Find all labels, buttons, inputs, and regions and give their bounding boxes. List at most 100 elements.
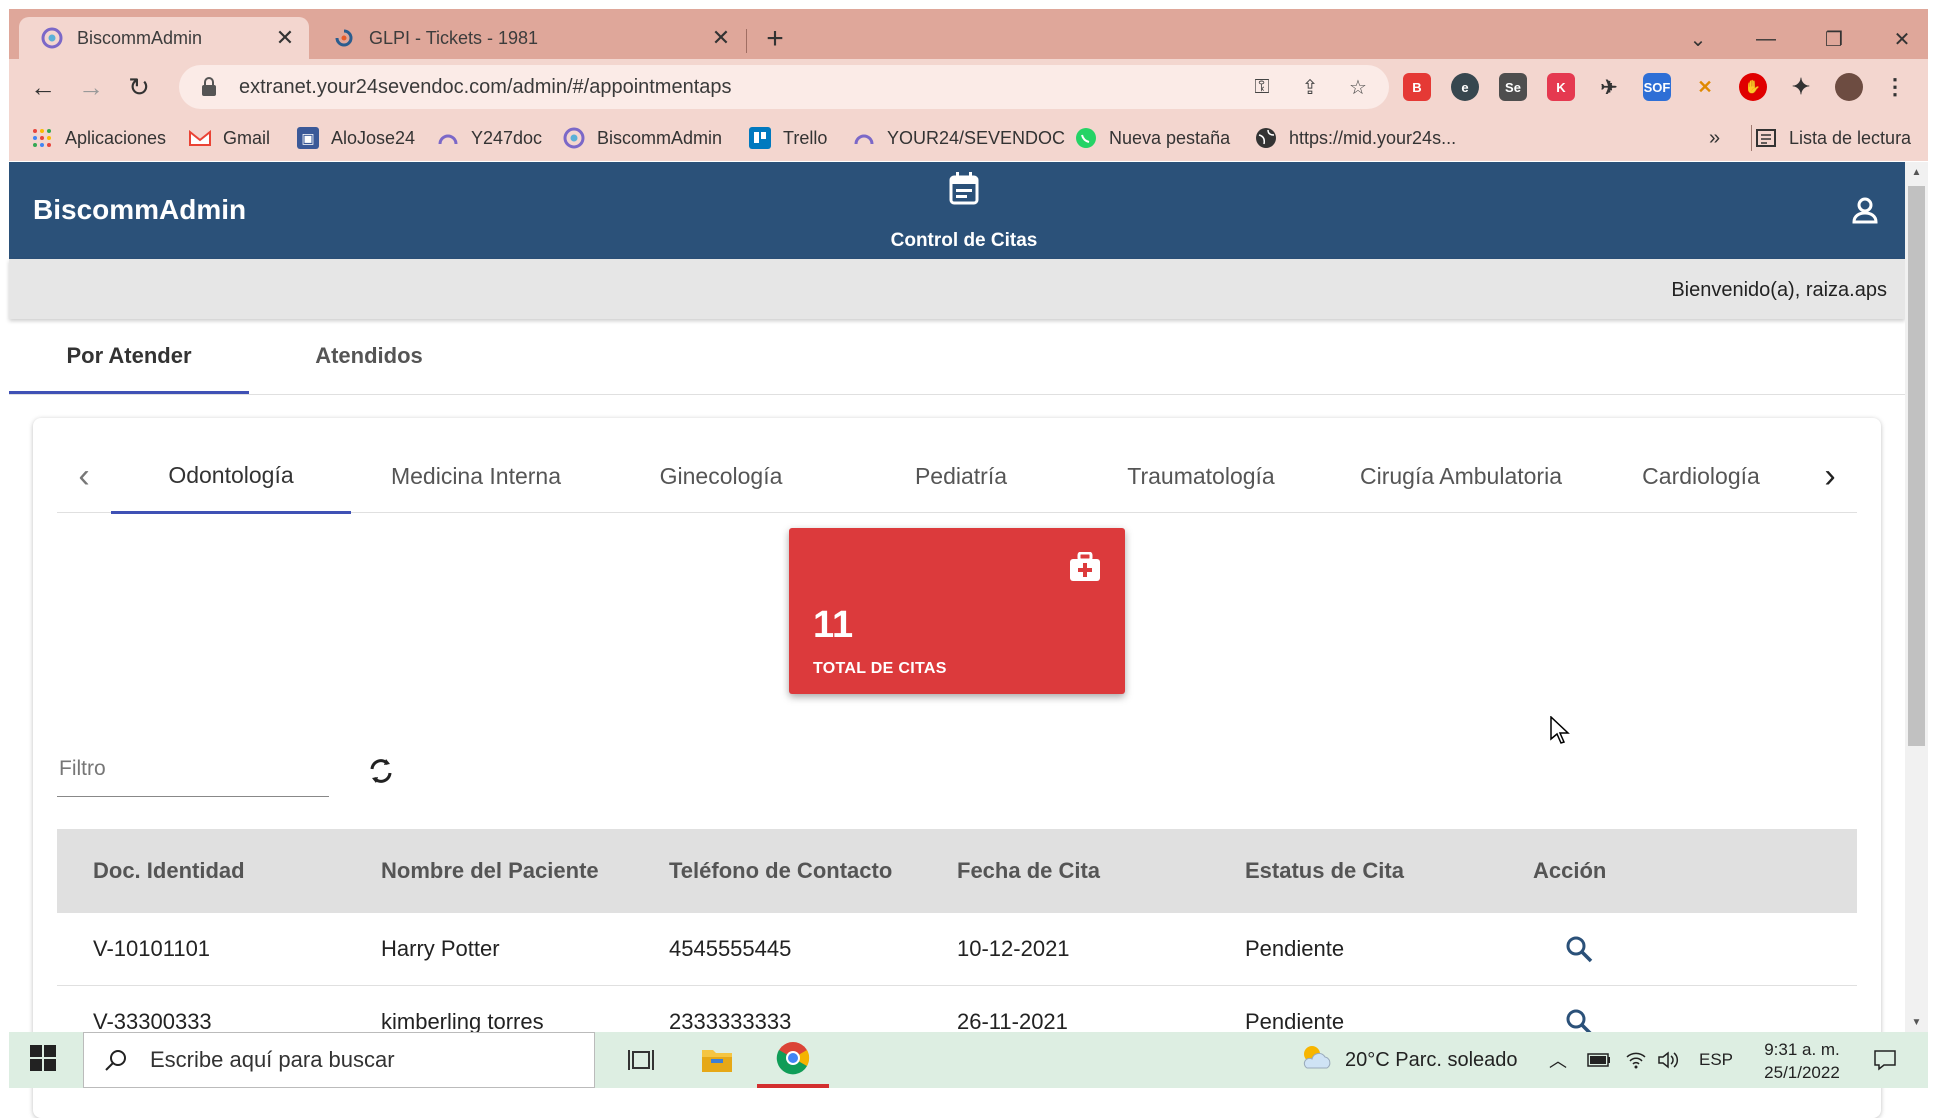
scroll-up-icon[interactable]: ▲ xyxy=(1905,162,1928,182)
appointments-table: Doc. Identidad Nombre del Paciente Teléf… xyxy=(57,829,1857,1059)
reading-list-button[interactable]: Lista de lectura xyxy=(1755,125,1911,151)
bookmark-mid-your24s[interactable]: https://mid.your24s... xyxy=(1255,125,1456,151)
chrome-taskbar-icon[interactable] xyxy=(757,1032,829,1088)
column-accion: Acción xyxy=(1533,858,1607,883)
language-indicator[interactable]: ESP xyxy=(1699,1032,1733,1088)
tab-ginecologia[interactable]: Ginecología xyxy=(601,440,841,512)
bookmark-nueva-pestana[interactable]: Nueva pestaña xyxy=(1075,125,1230,151)
task-view-icon[interactable] xyxy=(605,1032,677,1088)
bookmark-aplicaciones[interactable]: Aplicaciones xyxy=(31,125,166,151)
column-fecha-cita: Fecha de Cita xyxy=(957,858,1101,883)
bookmark-y247doc[interactable]: Y247doc xyxy=(437,125,542,151)
bookmark-label: BiscommAdmin xyxy=(597,127,723,148)
close-tab-icon[interactable]: ✕ xyxy=(271,24,299,52)
share-icon[interactable]: ⇪ xyxy=(1293,70,1327,104)
lock-icon xyxy=(201,77,221,97)
tab-pediatria[interactable]: Pediatría xyxy=(841,440,1081,512)
search-icon[interactable] xyxy=(1565,913,1593,985)
forward-arrow-icon[interactable]: → xyxy=(73,69,109,105)
address-bar[interactable]: extranet.your24sevendoc.com/admin/#/appo… xyxy=(179,65,1389,109)
chevron-left-icon[interactable]: ‹ xyxy=(57,440,111,512)
show-hidden-icons-chevron-icon[interactable]: ︿ xyxy=(1549,1032,1567,1088)
filter-input[interactable] xyxy=(57,748,333,790)
bookmark-biscommadmin[interactable]: BiscommAdmin xyxy=(563,125,722,151)
tab-por-atender[interactable]: Por Atender xyxy=(9,320,249,394)
extension-arrow-icon[interactable]: ✈ xyxy=(1595,73,1623,101)
tab-search-chevron-icon[interactable]: ⌄ xyxy=(1669,19,1727,59)
extension-red-icon[interactable]: B xyxy=(1403,73,1431,101)
cell-telefono: 4545555445 xyxy=(669,936,792,961)
total-appointments-value: 11 xyxy=(813,604,854,646)
tab-cardiologia[interactable]: Cardiología xyxy=(1601,440,1801,512)
medical-kit-icon xyxy=(1069,551,1101,587)
wifi-icon[interactable] xyxy=(1625,1032,1647,1088)
new-tab-icon[interactable]: + xyxy=(757,21,793,57)
chevron-right-icon[interactable]: › xyxy=(1803,440,1857,512)
notifications-icon[interactable] xyxy=(1873,1032,1897,1088)
selenium-extension-icon[interactable]: Se xyxy=(1499,73,1527,101)
system-clock[interactable]: 9:31 a. m. 25/1/2022 xyxy=(1747,1038,1857,1084)
bookmark-separator xyxy=(1751,125,1752,151)
bookmark-alojose24[interactable]: ▣ AloJose24 xyxy=(297,125,415,151)
taskbar-search-input[interactable] xyxy=(148,1046,552,1074)
close-window-icon[interactable]: ✕ xyxy=(1873,19,1931,59)
specialty-tabs: ‹ Odontología Medicina Interna Ginecolog… xyxy=(57,440,1857,514)
key-icon[interactable]: ⚿ xyxy=(1245,70,1279,104)
extension-orange-icon[interactable]: ✕ xyxy=(1691,73,1719,101)
table-header: Doc. Identidad Nombre del Paciente Teléf… xyxy=(57,829,1857,913)
bookmark-label: Y247doc xyxy=(471,127,543,148)
battery-icon[interactable] xyxy=(1587,1032,1611,1088)
app-brand[interactable]: BiscommAdmin xyxy=(33,194,246,226)
browser-tab-biscommadmin[interactable]: BiscommAdmin ✕ xyxy=(19,17,309,59)
adblock-extension-icon[interactable]: ✋ xyxy=(1739,73,1767,101)
close-tab-icon[interactable]: ✕ xyxy=(707,24,735,52)
volume-icon[interactable] xyxy=(1657,1032,1679,1088)
your24-icon xyxy=(853,127,875,149)
y247doc-icon xyxy=(437,127,459,149)
profile-avatar[interactable] xyxy=(1835,73,1863,101)
minimize-icon[interactable]: — xyxy=(1737,19,1795,59)
extension-pink-icon[interactable]: K xyxy=(1547,73,1575,101)
welcome-bar: Bienvenido(a), raiza.aps xyxy=(9,259,1905,319)
clock-date: 25/1/2022 xyxy=(1764,1063,1840,1082)
windows-taskbar: 20°C Parc. soleado ︿ ESP 9:31 a. m. 25/1… xyxy=(9,1032,1928,1088)
reload-icon[interactable]: ↻ xyxy=(121,69,157,105)
url-text[interactable]: extranet.your24sevendoc.com/admin/#/appo… xyxy=(239,76,1245,99)
tab-traumatologia[interactable]: Traumatología xyxy=(1081,440,1321,512)
taskbar-search[interactable] xyxy=(83,1032,595,1088)
weather-widget[interactable]: 20°C Parc. soleado xyxy=(1299,1032,1518,1088)
restore-icon[interactable]: ❐ xyxy=(1805,19,1863,59)
reading-list-label: Lista de lectura xyxy=(1789,127,1912,148)
tab-title: GLPI - Tickets - 1981 xyxy=(369,27,539,48)
main-tabs: Por Atender Atendidos xyxy=(9,320,1905,395)
bookmarks-bar: Aplicaciones Gmail ▣ AloJose24 Y247doc B… xyxy=(9,115,1928,161)
extensions-puzzle-icon[interactable]: ✦ xyxy=(1787,73,1815,101)
biscomm-icon xyxy=(563,127,585,149)
bookmark-trello[interactable]: Trello xyxy=(749,125,827,151)
file-explorer-icon[interactable] xyxy=(681,1032,753,1088)
tab-odontologia[interactable]: Odontología xyxy=(111,440,351,514)
bookmark-your24sevendoc[interactable]: YOUR24/SEVENDOC xyxy=(853,125,1065,151)
cell-doc-identidad: V-10101101 xyxy=(93,936,211,961)
bookmarks-overflow-chevron-icon[interactable]: » xyxy=(1709,125,1720,151)
more-menu-icon[interactable]: ⋮ xyxy=(1881,73,1909,101)
extension-e-icon[interactable]: e xyxy=(1451,73,1479,101)
windows-start-icon[interactable] xyxy=(29,1044,61,1076)
tab-cirugia-ambulatoria[interactable]: Cirugía Ambulatoria xyxy=(1321,440,1601,512)
refresh-icon[interactable] xyxy=(364,754,398,788)
scrollbar-thumb[interactable] xyxy=(1908,186,1925,746)
bookmark-gmail[interactable]: Gmail xyxy=(189,125,270,151)
scroll-down-icon[interactable]: ▼ xyxy=(1905,1012,1928,1032)
tab-atendidos[interactable]: Atendidos xyxy=(249,320,489,392)
browser-tab-glpi[interactable]: GLPI - Tickets - 1981 ✕ xyxy=(311,17,745,59)
tab-medicina-interna[interactable]: Medicina Interna xyxy=(351,440,601,512)
column-doc-identidad: Doc. Identidad xyxy=(93,858,245,883)
globe-icon xyxy=(1255,127,1277,149)
column-telefono: Teléfono de Contacto xyxy=(669,858,893,883)
sof-extension-icon[interactable]: SOF xyxy=(1643,73,1671,101)
back-arrow-icon[interactable]: ← xyxy=(25,69,61,105)
page-scrollbar[interactable]: ▲ ▼ xyxy=(1905,162,1928,1032)
user-account-icon[interactable] xyxy=(1851,196,1879,229)
star-bookmark-icon[interactable]: ☆ xyxy=(1341,70,1375,104)
partly-sunny-icon xyxy=(1299,1042,1333,1078)
